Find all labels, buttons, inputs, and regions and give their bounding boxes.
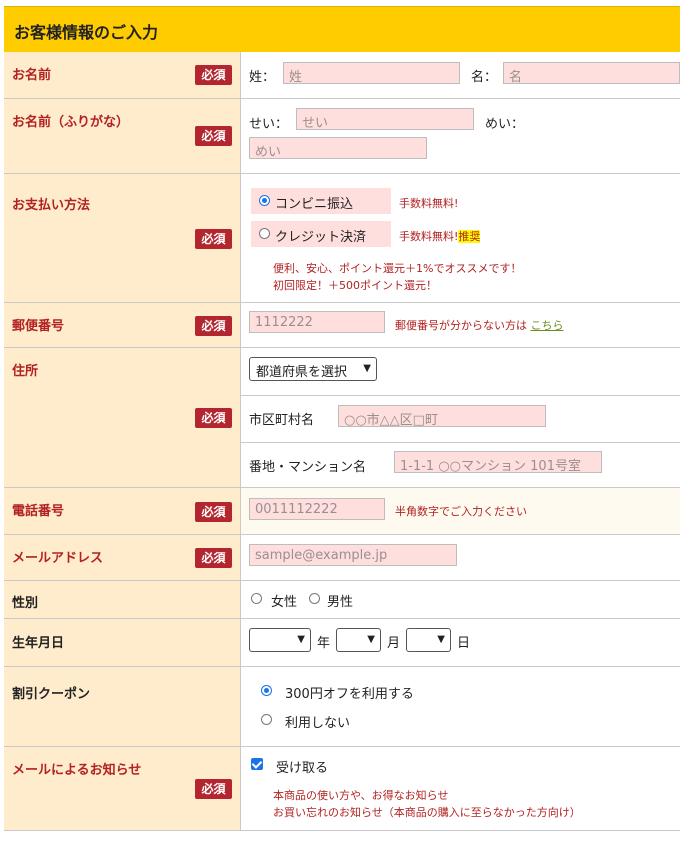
sei-label: 姓： [249, 70, 276, 85]
birth-day-select[interactable]: ▼ [406, 628, 451, 652]
credit-fee-note: 手数料無料!推奨 [399, 230, 481, 243]
last-name-input[interactable]: 姓 [283, 62, 460, 85]
postal-code-input[interactable]: 1112222 [249, 311, 385, 333]
recommended-badge: 推奨 [458, 230, 481, 243]
chevron-down-icon: ▼ [297, 634, 305, 645]
row-gender: 性別 女性 男性 [4, 581, 680, 619]
row-coupon: 割引クーポン 300円オフを利用する 利用しない [4, 667, 680, 747]
payment-promo-1: 便利、安心、ポイント還元＋1%でオススメです！ [273, 262, 522, 275]
required-badge: 必須 [195, 548, 232, 568]
postal-help: 郵便番号が分からない方は こちら [395, 319, 564, 332]
gender-male-label: 男性 [327, 595, 354, 610]
phone-label: 電話番号 [12, 504, 65, 519]
kana-last-name-input[interactable]: せい [296, 108, 474, 131]
coupon-use-label: 300円オフを利用する [285, 687, 414, 702]
street-label: 番地・マンション名 [249, 460, 367, 475]
birth-year-select[interactable]: ▼ [249, 628, 311, 652]
kana-label: お名前（ふりがな） [12, 115, 130, 130]
row-newsletter: メールによるお知らせ 必須 受け取る 本商品の使い方や、お得なお知らせ お買い忘… [4, 747, 680, 831]
row-phone: 電話番号 必須 0011112222 半角数字でご入力ください [4, 488, 680, 535]
prefecture-select[interactable]: 都道府県を選択 ▼ [249, 357, 377, 381]
row-kana: お名前（ふりがな） 必須 せい： せい めい： めい [4, 99, 680, 174]
payment-option-convenience[interactable]: コンビニ振込 [251, 188, 391, 214]
chevron-down-icon: ▼ [367, 634, 375, 645]
phone-note: 半角数字でご入力ください [395, 505, 527, 518]
day-unit: 日 [457, 636, 471, 651]
radio-male[interactable] [309, 593, 320, 604]
required-badge: 必須 [195, 502, 232, 522]
radio-coupon-use[interactable] [261, 685, 272, 696]
kana-first-name-input[interactable]: めい [249, 137, 427, 160]
kana-mei-label: めい： [485, 117, 525, 132]
coupon-none-label: 利用しない [285, 716, 351, 731]
coupon-label: 割引クーポン [12, 687, 91, 702]
required-badge: 必須 [195, 65, 232, 85]
row-email: メールアドレス 必須 sample@example.jp [4, 535, 680, 581]
payment-option-credit[interactable]: クレジット決済 [251, 221, 391, 247]
chevron-down-icon: ▼ [437, 634, 445, 645]
name-label: お名前 [12, 68, 52, 83]
birth-month-select[interactable]: ▼ [336, 628, 381, 652]
month-unit: 月 [387, 636, 401, 651]
row-birthday: 生年月日 ▼ 年 ▼ 月 ▼ 日 [4, 619, 680, 667]
convenience-fee-note: 手数料無料! [399, 197, 459, 210]
email-input[interactable]: sample@example.jp [249, 544, 457, 566]
required-badge: 必須 [195, 408, 232, 428]
postal-label: 郵便番号 [12, 319, 65, 334]
city-label: 市区町村名 [249, 413, 315, 428]
customer-info-form: お客様情報のご入力 お名前 必須 姓： 姓 名： 名 お名前（ふりがな） 必須 … [0, 0, 680, 842]
birthday-label: 生年月日 [12, 636, 65, 651]
payment-promo-2: 初回限定！＋500ポイント還元！ [273, 279, 437, 292]
email-label: メールアドレス [12, 551, 104, 566]
required-badge: 必須 [195, 126, 232, 146]
gender-female-label: 女性 [271, 595, 298, 610]
payment-label: お支払い方法 [12, 198, 91, 213]
newsletter-checkbox-label: 受け取る [276, 761, 329, 776]
phone-input[interactable]: 0011112222 [249, 498, 385, 520]
kana-sei-label: せい： [249, 117, 289, 132]
year-unit: 年 [317, 636, 331, 651]
mei-label: 名： [471, 70, 498, 85]
postal-lookup-link[interactable]: こちら [531, 319, 564, 332]
required-badge: 必須 [195, 316, 232, 336]
city-input[interactable]: ○○市△△区□町 [338, 405, 546, 428]
newsletter-desc-2: お買い忘れのお知らせ（本商品の購入に至らなかった方向け） [273, 806, 581, 819]
row-postal: 郵便番号 必須 1112222 郵便番号が分からない方は こちら [4, 303, 680, 348]
chevron-down-icon: ▼ [363, 363, 371, 374]
radio-convenience[interactable] [259, 195, 270, 206]
radio-credit[interactable] [259, 228, 270, 239]
radio-coupon-none[interactable] [261, 714, 272, 725]
newsletter-checkbox[interactable] [251, 758, 263, 770]
row-address: 住所 必須 都道府県を選択 ▼ 市区町村名 ○○市△△区□町 番地・マンション名… [4, 348, 680, 488]
required-badge: 必須 [195, 779, 232, 799]
form-header: お客様情報のご入力 [4, 6, 680, 52]
newsletter-desc-1: 本商品の使い方や、お得なお知らせ [273, 789, 449, 802]
first-name-input[interactable]: 名 [503, 62, 680, 85]
row-name: お名前 必須 姓： 姓 名： 名 [4, 52, 680, 99]
form-title: お客様情報のご入力 [14, 23, 159, 42]
gender-label: 性別 [12, 596, 39, 611]
address-label: 住所 [12, 364, 39, 379]
street-input[interactable]: 1-1-1 ○○マンション 101号室 [394, 451, 602, 474]
newsletter-label: メールによるお知らせ [12, 763, 142, 778]
row-payment: お支払い方法 必須 コンビニ振込 手数料無料! クレジット決済 手数料無料!推奨… [4, 174, 680, 303]
required-badge: 必須 [195, 229, 232, 249]
radio-female[interactable] [251, 593, 262, 604]
